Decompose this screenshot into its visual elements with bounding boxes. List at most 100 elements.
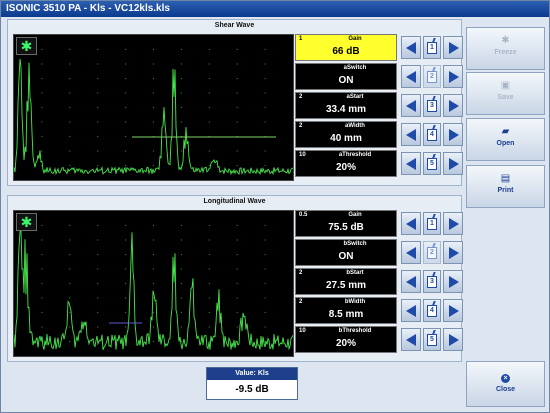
decrease-button[interactable] bbox=[401, 152, 421, 175]
param-value-box[interactable]: bSwitch ON bbox=[295, 239, 397, 266]
save-button[interactable]: ▣ Save bbox=[466, 72, 545, 115]
step-button[interactable]: 3 bbox=[423, 270, 441, 293]
decrease-button[interactable] bbox=[401, 36, 421, 59]
close-icon: × bbox=[501, 374, 510, 383]
grid-dot bbox=[236, 106, 238, 109]
snowflake-icon[interactable]: ✱ bbox=[16, 37, 37, 55]
param-value-box[interactable]: 10 aThreshold 20% bbox=[295, 150, 397, 177]
print-label: Print bbox=[497, 187, 514, 194]
shear-wave-title: Shear Wave bbox=[214, 22, 255, 29]
print-button[interactable]: ▤ Print bbox=[466, 165, 545, 208]
arrow-right-icon bbox=[449, 247, 459, 259]
grid-dot bbox=[208, 224, 210, 227]
param-value-box[interactable]: 0.5 Gain 75.5 dB bbox=[295, 210, 397, 237]
increase-button[interactable] bbox=[443, 328, 463, 351]
arrow-left-icon bbox=[406, 100, 416, 112]
step-button[interactable]: 1 bbox=[423, 36, 441, 59]
grid-dot bbox=[97, 268, 99, 270]
increase-button[interactable] bbox=[443, 212, 463, 235]
grid-dot bbox=[152, 253, 155, 256]
param-row: bSwitch ON 2 bbox=[295, 239, 465, 266]
param-value-box[interactable]: 10 bThreshold 20% bbox=[295, 326, 397, 353]
grid-dot bbox=[152, 164, 155, 167]
step-number: 4 bbox=[427, 305, 437, 317]
grid-dot bbox=[41, 297, 43, 299]
step-number: 4 bbox=[427, 129, 437, 141]
open-button[interactable]: ▰ Open bbox=[466, 118, 545, 161]
longitudinal-wave-ascan[interactable]: ✱ bbox=[13, 210, 294, 357]
increase-button[interactable] bbox=[443, 152, 463, 175]
grid-dot bbox=[125, 121, 127, 123]
param-value-box[interactable]: 2 bWidth 8.5 mm bbox=[295, 297, 397, 324]
param-value-box[interactable]: 2 bStart 27.5 mm bbox=[295, 268, 397, 295]
snowflake-icon[interactable]: ✱ bbox=[16, 213, 37, 231]
decrease-button[interactable] bbox=[401, 270, 421, 293]
step-button[interactable]: 3 bbox=[423, 94, 441, 117]
grid-dot bbox=[125, 150, 127, 152]
decrease-button[interactable] bbox=[401, 212, 421, 235]
decrease-button[interactable] bbox=[401, 328, 421, 351]
app-window: ISONIC 3510 PA - Kls - VC12kls.kls Shear… bbox=[0, 0, 550, 413]
increase-button[interactable] bbox=[443, 299, 463, 322]
grid-dot bbox=[69, 297, 71, 299]
shear-wave-ascan[interactable]: ✱ bbox=[13, 34, 294, 181]
arrow-right-icon bbox=[449, 276, 459, 288]
step-button[interactable]: 2 bbox=[423, 65, 441, 88]
param-value-box[interactable]: 1 Gain 66 dB bbox=[295, 34, 397, 61]
grid-dot bbox=[236, 282, 238, 285]
grid-dot bbox=[97, 48, 99, 51]
arrow-left-icon bbox=[406, 129, 416, 141]
increase-button[interactable] bbox=[443, 36, 463, 59]
arrow-left-icon bbox=[406, 305, 416, 317]
decrease-button[interactable] bbox=[401, 65, 421, 88]
param-row: 10 bThreshold 20% 5 bbox=[295, 326, 465, 353]
step-button[interactable]: 2 bbox=[423, 241, 441, 264]
step-button[interactable]: 4 bbox=[423, 299, 441, 322]
decrease-button[interactable] bbox=[401, 299, 421, 322]
decrease-button[interactable] bbox=[401, 241, 421, 264]
step-button[interactable]: 1 bbox=[423, 212, 441, 235]
param-value-box[interactable]: 2 aWidth 40 mm bbox=[295, 121, 397, 148]
increase-button[interactable] bbox=[443, 94, 463, 117]
grid-dot bbox=[152, 92, 155, 94]
step-button[interactable]: 5 bbox=[423, 152, 441, 175]
grid-dot bbox=[125, 77, 127, 80]
grid-dot bbox=[236, 326, 238, 328]
grid-dot bbox=[97, 77, 99, 80]
grid-dot bbox=[208, 48, 210, 51]
param-value-box[interactable]: 2 aStart 33.4 mm bbox=[295, 92, 397, 119]
decrease-button[interactable] bbox=[401, 94, 421, 117]
param-value: 66 dB bbox=[332, 46, 360, 57]
close-label: Close bbox=[495, 386, 516, 393]
grid-dot bbox=[152, 239, 155, 241]
grid-dot bbox=[41, 48, 43, 51]
grid-dot bbox=[69, 282, 71, 285]
grid-dot bbox=[208, 239, 210, 241]
grid-dot bbox=[264, 311, 266, 314]
freeze-label: Freeze bbox=[494, 49, 517, 56]
grid-dot bbox=[264, 150, 266, 152]
arrow-left-icon bbox=[406, 334, 416, 346]
step-button[interactable]: 5 bbox=[423, 328, 441, 351]
increase-button[interactable] bbox=[443, 270, 463, 293]
grid-dot bbox=[264, 77, 266, 80]
increase-button[interactable] bbox=[443, 241, 463, 264]
grid-dot bbox=[236, 121, 238, 123]
grid-dot bbox=[69, 63, 71, 65]
arrow-right-icon bbox=[449, 71, 459, 83]
freeze-button[interactable]: ✱ Freeze bbox=[466, 27, 545, 70]
step-number: 5 bbox=[427, 334, 437, 346]
grid-dot bbox=[152, 121, 155, 123]
grid-dot bbox=[264, 253, 266, 256]
step-button[interactable]: 4 bbox=[423, 123, 441, 146]
increase-button[interactable] bbox=[443, 123, 463, 146]
close-button[interactable]: × Close bbox=[466, 361, 545, 407]
decrease-button[interactable] bbox=[401, 123, 421, 146]
grid-dot bbox=[180, 48, 182, 51]
grid-dot bbox=[125, 48, 127, 51]
param-row: aSwitch ON 2 bbox=[295, 63, 465, 90]
param-name: bThreshold bbox=[338, 328, 372, 334]
increase-button[interactable] bbox=[443, 65, 463, 88]
param-name: bSwitch bbox=[343, 241, 367, 247]
param-value-box[interactable]: aSwitch ON bbox=[295, 63, 397, 90]
